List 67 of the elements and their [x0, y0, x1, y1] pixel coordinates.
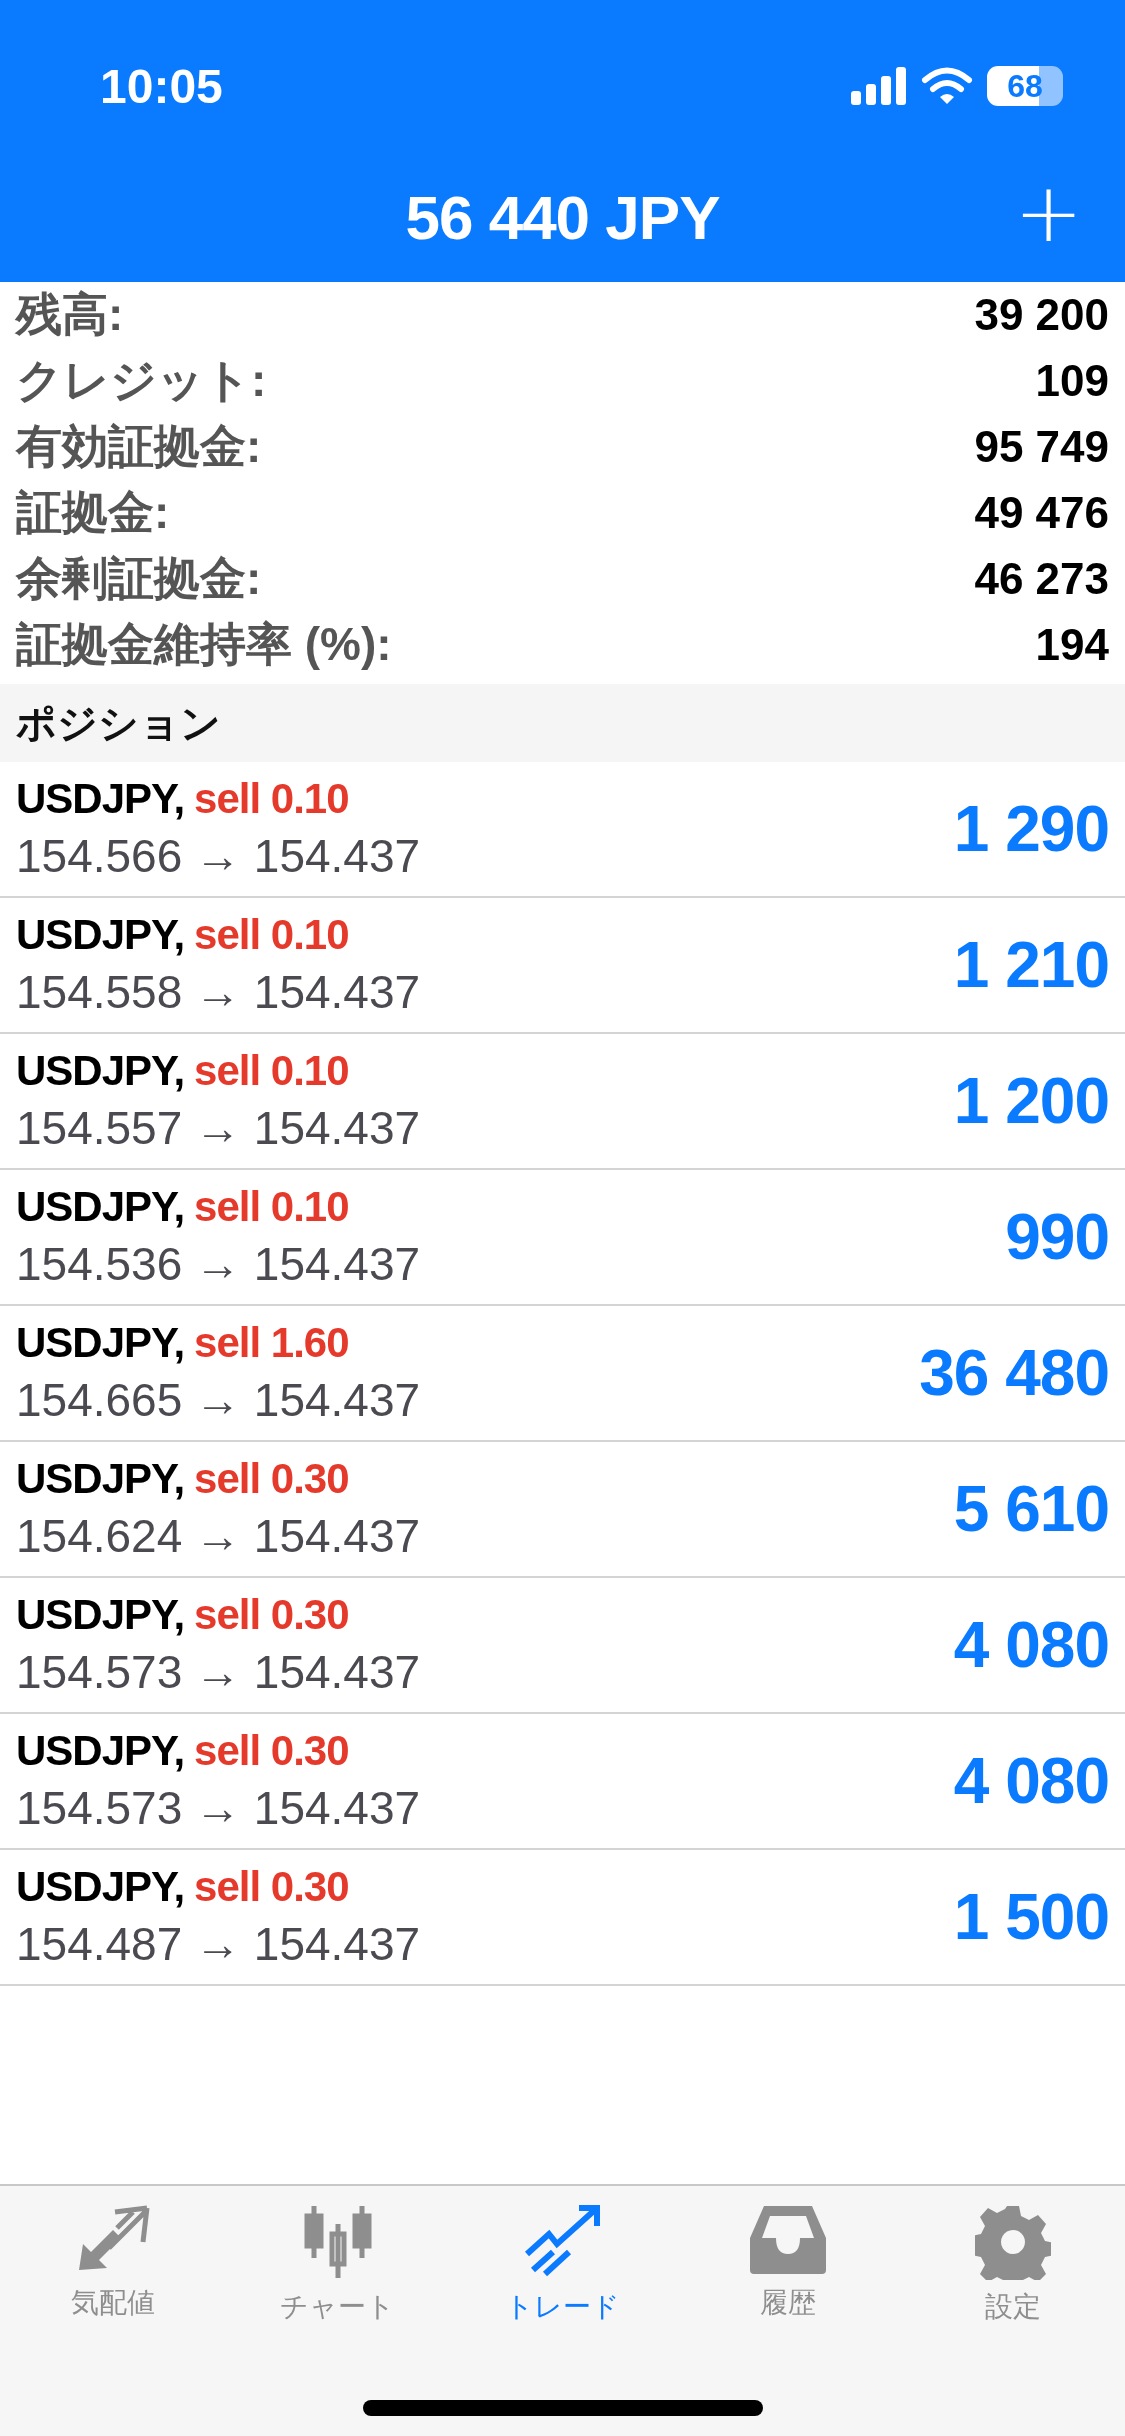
price-change: 154.665 → 154.437	[16, 1373, 421, 1427]
position-row[interactable]: USDJPY, sell 0.30 154.487 → 154.437 1 500	[0, 1850, 1125, 1986]
order-label: sell 0.10	[194, 911, 349, 959]
summary-label: 証拠金維持率 (%):	[16, 617, 392, 672]
settings-icon	[974, 2204, 1051, 2280]
price-change: 154.566 → 154.437	[16, 829, 421, 883]
price-change: 154.624 → 154.437	[16, 1509, 421, 1563]
summary-label: 有効証拠金:	[16, 419, 262, 474]
order-label: sell 0.10	[194, 1047, 349, 1095]
summary-label: 証拠金:	[16, 485, 170, 540]
profit-value: 1 500	[953, 1880, 1109, 1954]
symbol-label: USDJPY,	[16, 775, 185, 823]
price-change: 154.487 → 154.437	[16, 1917, 421, 1971]
wifi-icon	[921, 67, 973, 105]
profit-value: 4 080	[953, 1608, 1109, 1682]
profit-value: 1 290	[953, 792, 1109, 866]
price-change: 154.558 → 154.437	[16, 965, 421, 1019]
symbol-label: USDJPY,	[16, 1455, 185, 1503]
profit-value: 5 610	[953, 1472, 1109, 1546]
price-change: 154.536 → 154.437	[16, 1237, 421, 1291]
position-row[interactable]: USDJPY, sell 0.30 154.573 → 154.437 4 080	[0, 1714, 1125, 1850]
summary-label: 余剰証拠金:	[16, 551, 262, 606]
summary-value: 46 273	[974, 554, 1109, 604]
order-label: sell 0.10	[194, 1183, 349, 1231]
profit-value: 1 210	[953, 928, 1109, 1002]
symbol-label: USDJPY,	[16, 1727, 185, 1775]
profit-value: 1 200	[953, 1064, 1109, 1138]
position-row[interactable]: USDJPY, sell 0.10 154.557 → 154.437 1 200	[0, 1034, 1125, 1170]
order-label: sell 0.30	[194, 1863, 349, 1911]
summary-value: 95 749	[974, 422, 1109, 472]
add-button[interactable]: +	[1006, 172, 1091, 254]
tab-item[interactable]: トレード	[467, 2204, 658, 2326]
order-label: sell 0.30	[194, 1727, 349, 1775]
symbol-label: USDJPY,	[16, 1863, 185, 1911]
order-label: sell 0.10	[194, 775, 349, 823]
summary-value: 49 476	[974, 488, 1109, 538]
signal-icon	[851, 67, 907, 105]
profit-value: 4 080	[953, 1744, 1109, 1818]
symbol-label: USDJPY,	[16, 911, 185, 959]
inbox-tray-icon	[747, 2204, 828, 2276]
status-time: 10:05	[100, 58, 223, 114]
summary-value: 109	[1035, 356, 1109, 406]
position-row[interactable]: USDJPY, sell 0.10 154.558 → 154.437 1 210	[0, 898, 1125, 1034]
price-change: 154.573 → 154.437	[16, 1781, 421, 1835]
position-row[interactable]: USDJPY, sell 0.10 154.566 → 154.437 1 290	[0, 762, 1125, 898]
account-total: 56 440 JPY	[405, 181, 720, 253]
price-change: 154.557 → 154.437	[16, 1101, 421, 1155]
order-label: sell 1.60	[194, 1319, 349, 1367]
position-row[interactable]: USDJPY, sell 0.30 154.624 → 154.437 5 610	[0, 1442, 1125, 1578]
summary-value: 39 200	[974, 290, 1109, 340]
position-row[interactable]: USDJPY, sell 0.10 154.536 → 154.437 990	[0, 1170, 1125, 1306]
profit-value: 36 480	[919, 1336, 1109, 1410]
price-change: 154.573 → 154.437	[16, 1645, 421, 1699]
order-label: sell 0.30	[194, 1455, 349, 1503]
symbol-label: USDJPY,	[16, 1591, 185, 1639]
battery-icon: 68	[987, 66, 1063, 106]
summary-label: クレジット:	[16, 353, 267, 408]
section-title: ポジション	[16, 699, 221, 747]
order-label: sell 0.30	[194, 1591, 349, 1639]
summary-label: 残高:	[16, 287, 124, 342]
profit-value: 990	[1005, 1200, 1109, 1274]
symbol-label: USDJPY,	[16, 1047, 185, 1095]
position-row[interactable]: USDJPY, sell 0.30 154.573 → 154.437 4 080	[0, 1578, 1125, 1714]
symbol-label: USDJPY,	[16, 1183, 185, 1231]
position-row[interactable]: USDJPY, sell 1.60 154.665 → 154.437 36 480	[0, 1306, 1125, 1442]
summary-value: 194	[1035, 620, 1109, 670]
symbol-label: USDJPY,	[16, 1319, 185, 1367]
